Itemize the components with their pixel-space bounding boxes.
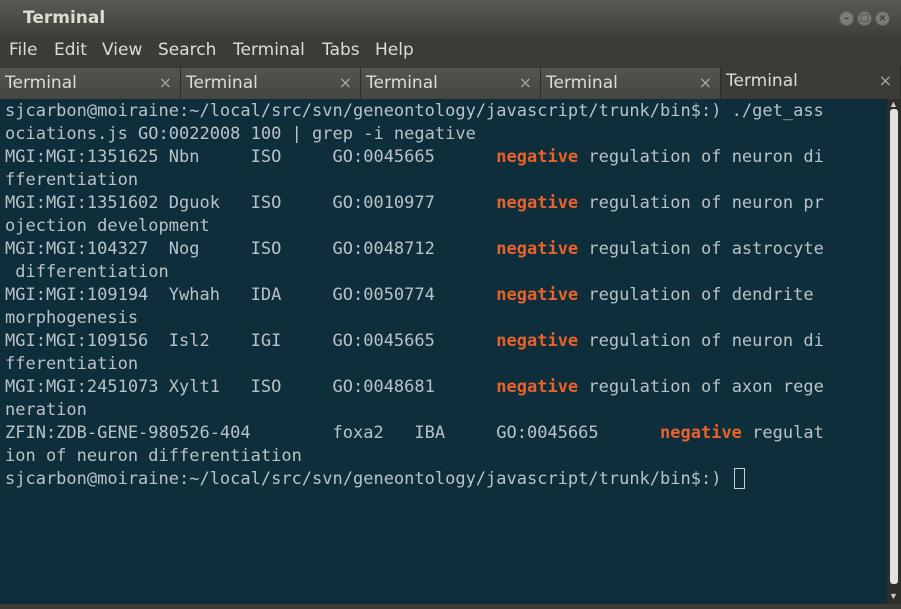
line-text: regulation of neuron di xyxy=(578,147,824,167)
scroll-up-icon[interactable]: ▲ xyxy=(889,99,898,109)
match-highlight: negative xyxy=(660,423,742,443)
menu-view[interactable]: View xyxy=(102,40,142,60)
line-text: regulation of axon rege xyxy=(578,377,824,397)
tab-bar: Terminal × Terminal × Terminal × Termina… xyxy=(0,66,901,99)
close-icon[interactable]: × xyxy=(699,73,712,92)
close-icon[interactable]: × xyxy=(339,73,352,92)
tab-terminal-2[interactable]: Terminal × xyxy=(181,68,361,99)
terminal-line: MGI:MGI:2451073 Xylt1 ISO GO:0048681 neg… xyxy=(5,376,824,399)
window-bottom-border xyxy=(0,604,901,609)
line-text: ion of neuron differentiation xyxy=(5,446,302,466)
line-text: ociations.js GO:0022008 100 | grep -i ne… xyxy=(5,124,476,144)
match-highlight: negative xyxy=(496,285,579,305)
terminal-line: sjcarbon@moiraine:~/local/src/svn/geneon… xyxy=(5,100,824,123)
line-text: MGI:MGI:109194 Ywhah IDA GO:0050774 xyxy=(5,285,497,305)
tab-terminal-4[interactable]: Terminal × xyxy=(541,68,721,99)
match-highlight: negative xyxy=(496,147,579,167)
tab-terminal-5-active[interactable]: Terminal × xyxy=(721,66,901,99)
line-text: sjcarbon@moiraine:~/local/src/svn/geneon… xyxy=(5,101,824,121)
match-highlight: negative xyxy=(496,377,579,397)
terminal-output[interactable]: sjcarbon@moiraine:~/local/src/svn/geneon… xyxy=(0,99,887,604)
title-bar[interactable]: Terminal – □ × xyxy=(0,0,901,36)
tab-label: Terminal xyxy=(366,73,438,93)
terminal-line: ociations.js GO:0022008 100 | grep -i ne… xyxy=(5,123,476,146)
match-highlight: negative xyxy=(496,193,579,213)
menu-bar: File Edit View Search Terminal Tabs Help xyxy=(0,36,901,66)
line-text: MGI:MGI:109156 Isl2 IGI GO:0045665 xyxy=(5,331,497,351)
close-icon[interactable]: × xyxy=(875,11,890,26)
line-text: regulation of astrocyte xyxy=(578,239,824,259)
terminal-line: MGI:MGI:109156 Isl2 IGI GO:0045665 negat… xyxy=(5,330,824,353)
minimize-icon[interactable]: – xyxy=(839,11,854,26)
terminal-line: fferentiation xyxy=(5,169,138,192)
shell-prompt: sjcarbon@moiraine:~/local/src/svn/geneon… xyxy=(5,469,732,489)
terminal-line: neration xyxy=(5,399,87,422)
line-text: neration xyxy=(5,400,87,420)
text-cursor xyxy=(733,468,745,489)
tab-label: Terminal xyxy=(5,73,77,93)
tab-terminal-1[interactable]: Terminal × xyxy=(0,68,181,99)
terminal-line: ojection development xyxy=(5,215,210,238)
line-text: fferentiation xyxy=(5,170,139,190)
close-icon[interactable]: × xyxy=(159,73,172,92)
match-highlight: negative xyxy=(496,331,579,351)
line-text: regulation of neuron pr xyxy=(578,193,824,213)
match-highlight: negative xyxy=(496,239,579,259)
line-text: MGI:MGI:104327 Nog ISO GO:0048712 xyxy=(5,239,497,259)
terminal-line: MGI:MGI:1351625 Nbn ISO GO:0045665 negat… xyxy=(5,146,824,169)
tab-label: Terminal xyxy=(726,71,798,91)
tab-label: Terminal xyxy=(546,73,618,93)
terminal-line: MGI:MGI:104327 Nog ISO GO:0048712 negati… xyxy=(5,238,824,261)
window-title: Terminal xyxy=(23,8,106,28)
terminal-line: MGI:MGI:1351602 Dguok ISO GO:0010977 neg… xyxy=(5,192,824,215)
terminal-line: sjcarbon@moiraine:~/local/src/svn/geneon… xyxy=(5,468,745,491)
menu-help[interactable]: Help xyxy=(375,40,414,60)
menu-file[interactable]: File xyxy=(9,40,37,60)
line-text: morphogenesis xyxy=(5,308,139,328)
menu-terminal[interactable]: Terminal xyxy=(233,40,305,60)
terminal-window: Terminal – □ × File Edit View Search Ter… xyxy=(0,0,901,609)
line-text: regulat xyxy=(741,423,824,443)
line-text: MGI:MGI:1351602 Dguok ISO GO:0010977 xyxy=(5,193,497,213)
terminal-line: differentiation xyxy=(5,261,169,284)
terminal-line: ZFIN:ZDB-GENE-980526-404 foxa2 IBA GO:00… xyxy=(5,422,824,445)
scrollbar[interactable]: ▲ ▼ xyxy=(887,99,901,604)
line-text: MGI:MGI:1351625 Nbn ISO GO:0045665 xyxy=(5,147,497,167)
tab-label: Terminal xyxy=(186,73,258,93)
maximize-icon[interactable]: □ xyxy=(857,11,872,26)
line-text: ZFIN:ZDB-GENE-980526-404 foxa2 IBA GO:00… xyxy=(5,423,661,443)
close-icon[interactable]: × xyxy=(879,71,892,90)
line-text: ojection development xyxy=(5,216,210,236)
line-text: differentiation xyxy=(5,262,169,282)
terminal-line: ion of neuron differentiation xyxy=(5,445,302,468)
terminal-line: morphogenesis xyxy=(5,307,138,330)
scrollbar-thumb[interactable] xyxy=(890,109,898,584)
tab-terminal-3[interactable]: Terminal × xyxy=(361,68,541,99)
terminal-line: fferentiation xyxy=(5,353,138,376)
line-text: fferentiation xyxy=(5,354,139,374)
line-text: regulation of neuron di xyxy=(578,331,824,351)
menu-search[interactable]: Search xyxy=(158,40,216,60)
menu-tabs[interactable]: Tabs xyxy=(322,40,360,60)
scroll-down-icon[interactable]: ▼ xyxy=(889,591,898,601)
line-text: regulation of dendrite xyxy=(578,285,824,305)
menu-edit[interactable]: Edit xyxy=(54,40,87,60)
terminal-line: MGI:MGI:109194 Ywhah IDA GO:0050774 nega… xyxy=(5,284,824,307)
close-icon[interactable]: × xyxy=(519,73,532,92)
line-text: MGI:MGI:2451073 Xylt1 ISO GO:0048681 xyxy=(5,377,497,397)
